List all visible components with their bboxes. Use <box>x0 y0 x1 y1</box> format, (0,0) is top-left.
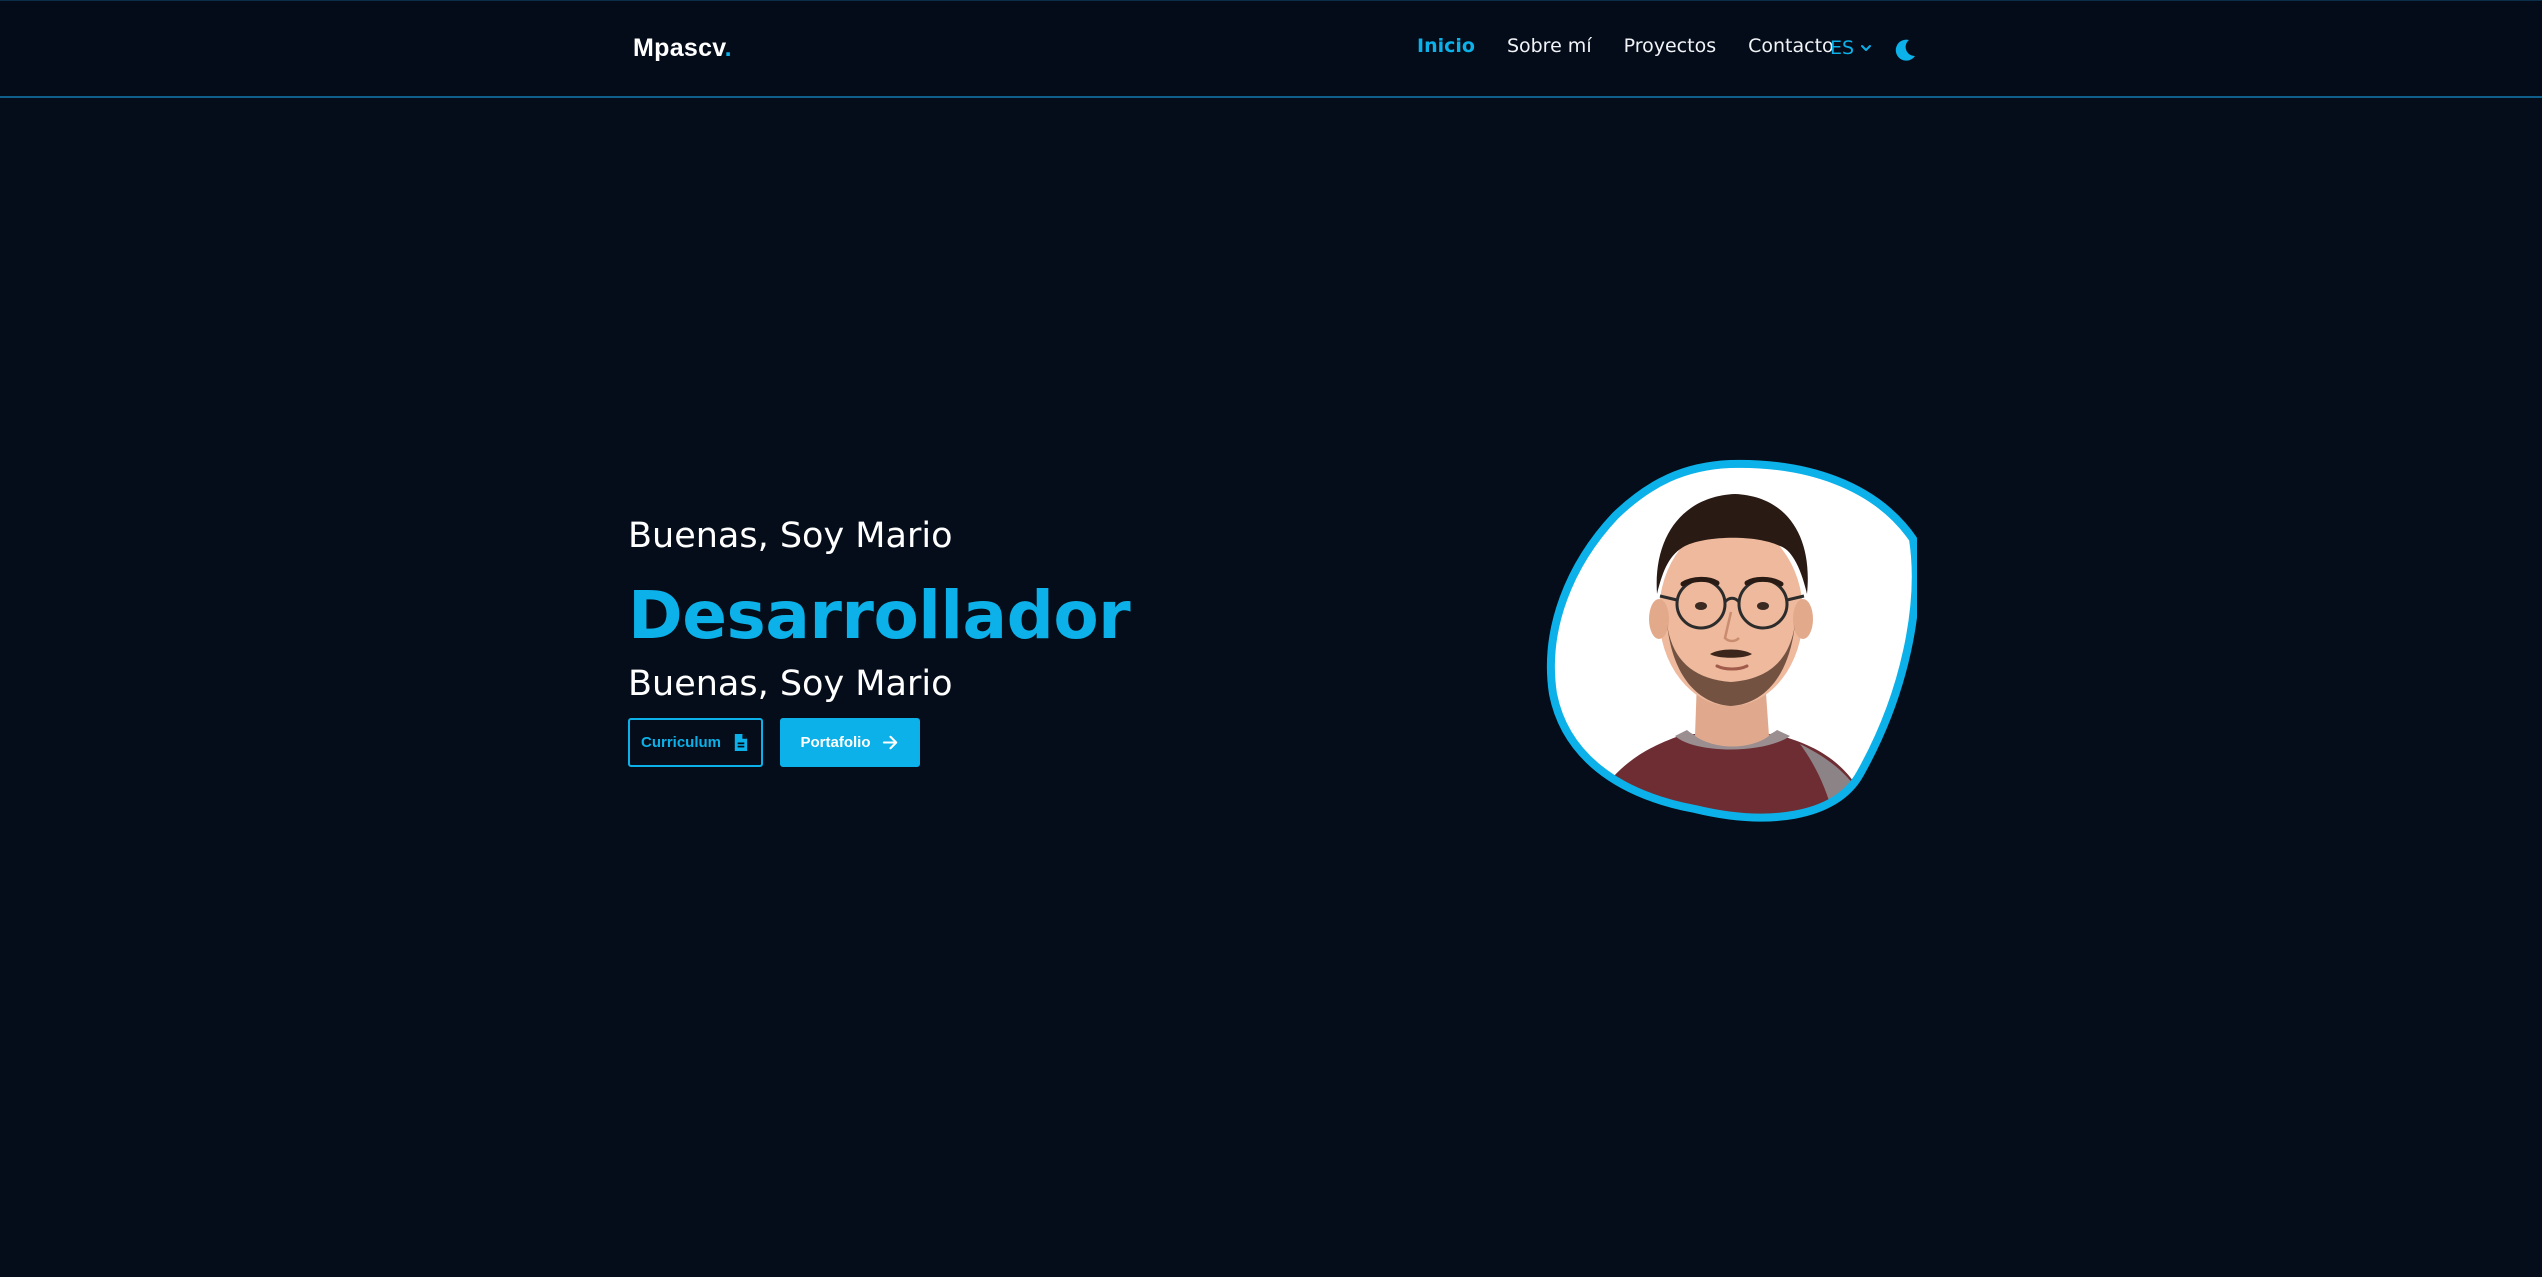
curriculum-label: Curriculum <box>640 734 721 751</box>
logo-dot: . <box>724 34 732 62</box>
nav-item-sobre-mi[interactable]: Sobre mí <box>1507 35 1592 57</box>
arrow-right-icon <box>882 735 897 750</box>
moon-icon <box>1895 39 1915 61</box>
site-logo[interactable]: Mpascv. <box>633 34 732 63</box>
language-selector[interactable]: ES <box>1830 37 1872 59</box>
hero-intro: Buenas, Soy Mario Desarrollador Buenas, … <box>628 512 1328 767</box>
main-nav: Inicio Sobre mí Proyectos Contacto <box>1417 35 1834 57</box>
document-icon <box>734 733 748 752</box>
theme-toggle[interactable] <box>1892 37 1918 63</box>
profile-photo-blob <box>1546 459 1917 822</box>
profile-photo <box>1545 454 1917 826</box>
portafolio-button[interactable]: Portafolio <box>780 718 920 767</box>
nav-item-inicio[interactable]: Inicio <box>1417 35 1475 57</box>
curriculum-button[interactable]: Curriculum <box>628 718 763 767</box>
nav-item-contacto[interactable]: Contacto <box>1748 35 1834 57</box>
chevron-down-icon <box>1861 45 1872 51</box>
hero-role: Desarrollador <box>628 577 1131 654</box>
language-value: ES <box>1830 37 1855 59</box>
nav-item-proyectos[interactable]: Proyectos <box>1624 35 1717 57</box>
portafolio-label: Portafolio <box>800 734 871 751</box>
hero-greeting: Buenas, Soy Mario <box>628 516 953 556</box>
hero-greeting-repeat: Buenas, Soy Mario <box>628 664 953 704</box>
site-header: Mpascv. Inicio Sobre mí Proyectos Contac… <box>0 0 2542 98</box>
logo-text: Mpascv <box>633 34 725 62</box>
hero-buttons: Curriculum Portafolio <box>628 718 1328 767</box>
